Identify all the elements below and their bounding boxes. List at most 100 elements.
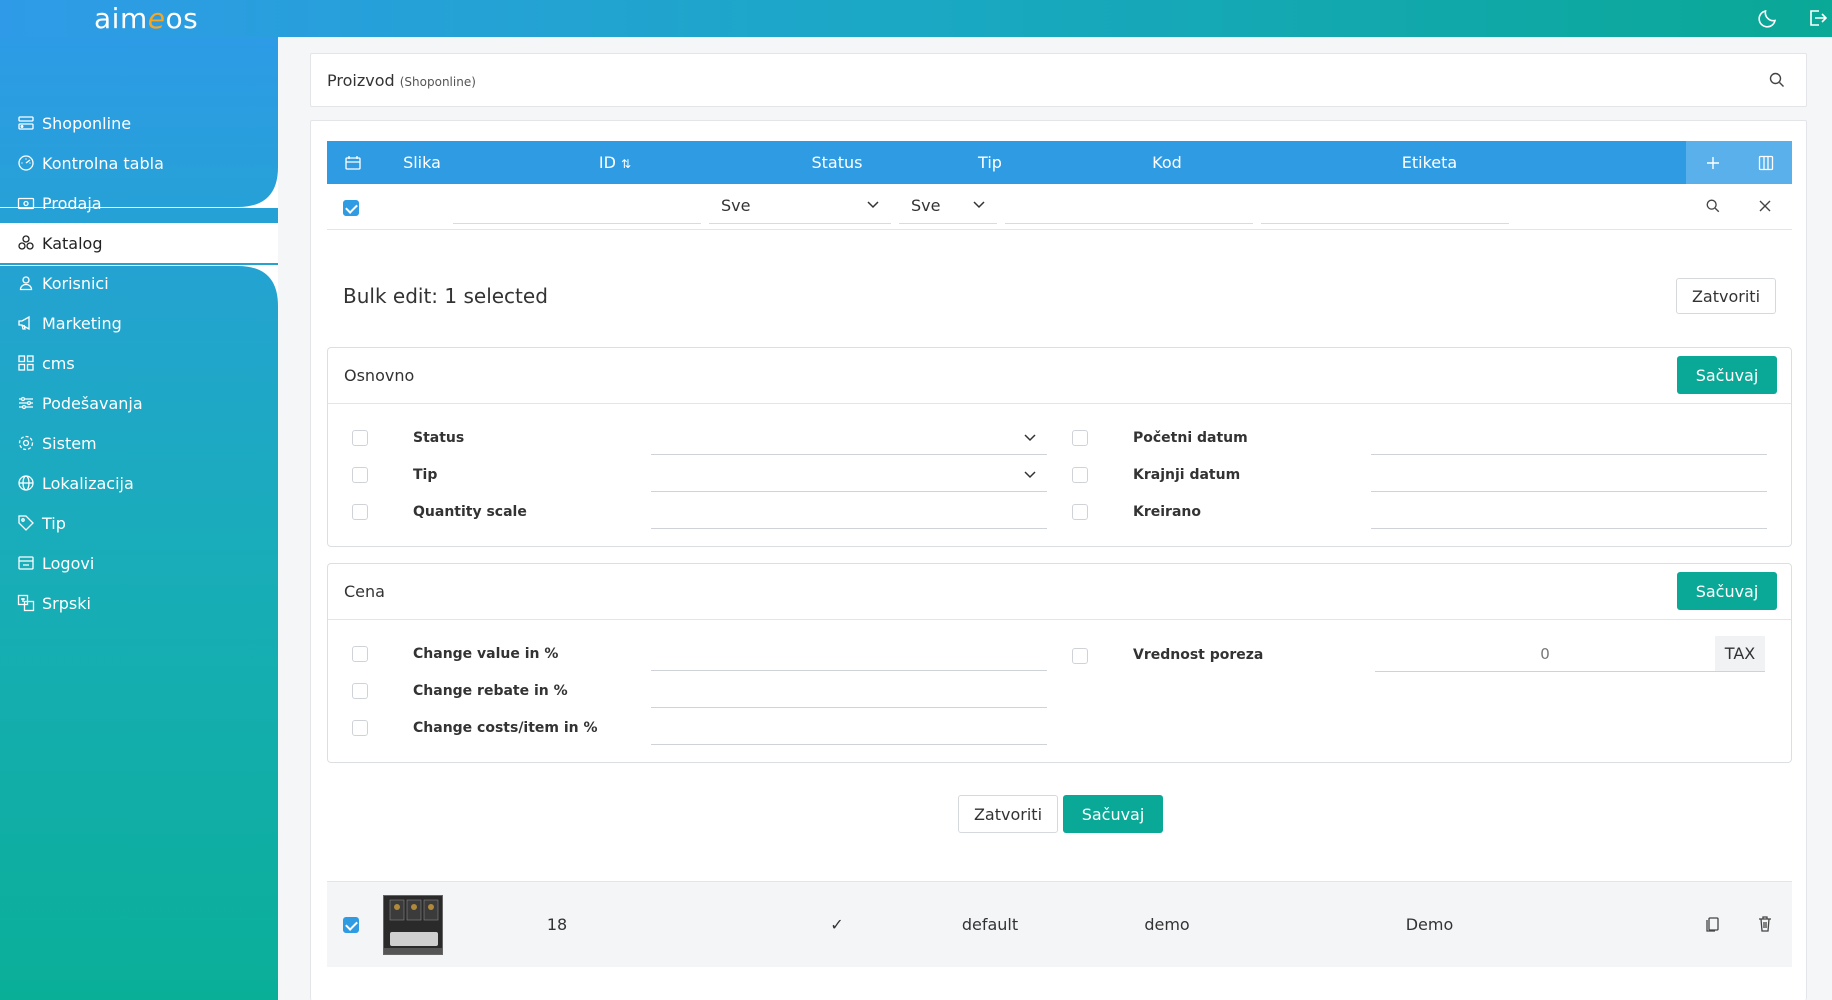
column-id[interactable]: ID ⇅	[555, 141, 675, 184]
quantity-scale-input[interactable]	[651, 528, 1047, 529]
chevron-down-icon[interactable]	[1024, 434, 1036, 442]
change-costs-checkbox[interactable]	[352, 720, 368, 736]
sidebar-item-label: Podešavanja	[42, 393, 143, 413]
sort-icon[interactable]: ⇅	[621, 157, 631, 171]
change-rebate-input[interactable]	[651, 707, 1047, 708]
megaphone-icon	[17, 314, 35, 332]
sidebar-item-sales[interactable]: Prodaja	[0, 183, 278, 223]
price-section-header: Cena Sačuvaj	[328, 564, 1791, 620]
sidebar-item-label: Prodaja	[42, 193, 102, 213]
product-thumbnail[interactable]	[383, 895, 443, 955]
quantity-scale-label: Quantity scale	[413, 504, 527, 520]
column-type[interactable]: Tip	[940, 141, 1040, 184]
sidebar-item-label: Lokalizacija	[42, 473, 134, 493]
table-row[interactable]: 18 ✓ default demo Demo	[327, 881, 1792, 967]
start-date-checkbox[interactable]	[1072, 430, 1088, 446]
status-select[interactable]	[651, 454, 1047, 455]
start-date-input[interactable]	[1371, 454, 1767, 455]
gear-icon	[17, 434, 35, 452]
end-date-checkbox[interactable]	[1072, 467, 1088, 483]
change-rebate-checkbox[interactable]	[352, 683, 368, 699]
price-section-title: Cena	[344, 582, 385, 601]
product-image	[384, 896, 442, 954]
tax-rate-label: Vrednost poreza	[1133, 647, 1264, 663]
filter-status-select[interactable]: Sve	[709, 188, 891, 224]
chevron-down-icon[interactable]	[1024, 471, 1036, 479]
moon-icon[interactable]	[1756, 6, 1780, 30]
grid-icon	[17, 354, 35, 372]
delete-icon[interactable]	[1758, 916, 1772, 936]
brand-logo[interactable]: aimeos	[94, 2, 198, 35]
filter-type-select[interactable]: Sve	[899, 188, 997, 224]
sidebar-item-customers[interactable]: Korisnici	[0, 263, 278, 303]
column-status[interactable]: Status	[747, 141, 927, 184]
created-input[interactable]	[1371, 528, 1767, 529]
type-checkbox[interactable]	[352, 467, 368, 483]
filter-id-input[interactable]	[453, 188, 701, 224]
sidebar-item-logs[interactable]: Logovi	[0, 543, 278, 583]
end-date-label: Krajnji datum	[1133, 467, 1241, 483]
column-code[interactable]: Kod	[1047, 141, 1287, 184]
chevron-down-icon	[973, 201, 985, 209]
row-label: Demo	[1405, 915, 1454, 934]
bulk-save-button[interactable]: Sačuvaj	[1063, 795, 1163, 833]
search-icon[interactable]	[1768, 71, 1786, 93]
columns-list-icon[interactable]	[341, 141, 365, 184]
sidebar-item-marketing[interactable]: Marketing	[0, 303, 278, 343]
product-list-card: Slika ID ⇅ Status Tip Kod Etiketa Sve Sv…	[310, 120, 1807, 1000]
change-value-label: Change value in %	[413, 646, 559, 662]
sidebar-item-catalog[interactable]: Katalog	[0, 223, 278, 263]
tax-rate-input[interactable]: 0	[1375, 636, 1715, 672]
columns-icon[interactable]	[1739, 141, 1792, 184]
change-value-checkbox[interactable]	[352, 646, 368, 662]
copy-icon[interactable]	[1705, 916, 1721, 936]
column-label[interactable]: Etiketa	[1302, 141, 1557, 184]
change-rebate-label: Change rebate in %	[413, 683, 568, 699]
page-header: Proizvod (Shoponline)	[310, 53, 1807, 107]
end-date-input[interactable]	[1371, 491, 1767, 492]
type-select[interactable]	[651, 491, 1047, 492]
column-image[interactable]: Slika	[377, 141, 467, 184]
sidebar-item-shoponline[interactable]: Shoponline	[0, 103, 278, 143]
cash-icon	[17, 194, 35, 212]
filter-search-icon[interactable]	[1705, 198, 1721, 218]
change-costs-input[interactable]	[651, 744, 1047, 745]
basic-section-title: Osnovno	[344, 366, 415, 385]
filter-label-input[interactable]	[1261, 188, 1509, 224]
tax-rate-checkbox[interactable]	[1072, 648, 1088, 664]
sidebar-item-system[interactable]: Sistem	[0, 423, 278, 463]
created-checkbox[interactable]	[1072, 504, 1088, 520]
row-checkbox[interactable]	[343, 917, 359, 933]
select-all-checkbox[interactable]	[343, 200, 359, 216]
filter-type-value: Sve	[911, 196, 941, 215]
sidebar-item-language[interactable]: Srpski	[0, 583, 278, 623]
sidebar-item-cms[interactable]: cms	[0, 343, 278, 383]
sidebar-item-dashboard[interactable]: Kontrolna tabla	[0, 143, 278, 183]
globe-icon	[17, 474, 35, 492]
sidebar-item-localization[interactable]: Lokalizacija	[0, 463, 278, 503]
add-icon[interactable]	[1686, 141, 1739, 184]
bulk-close-bottom-button[interactable]: Zatvoriti	[958, 795, 1058, 833]
filter-clear-icon[interactable]	[1758, 198, 1772, 217]
filter-row: Sve Sve	[327, 184, 1792, 230]
sidebar-item-label: Korisnici	[42, 273, 109, 293]
price-save-button[interactable]: Sačuvaj	[1677, 572, 1777, 610]
sidebar-item-label: Katalog	[42, 233, 103, 253]
boxes-icon	[17, 234, 35, 252]
logout-icon[interactable]	[1805, 6, 1829, 30]
sidebar-item-settings[interactable]: Podešavanja	[0, 383, 278, 423]
filter-status-value: Sve	[721, 196, 751, 215]
column-id-label: ID	[598, 153, 616, 172]
sidebar-item-label: Sistem	[42, 433, 97, 453]
sidebar-item-type[interactable]: Tip	[0, 503, 278, 543]
status-checkbox[interactable]	[352, 430, 368, 446]
tax-unit-addon: TAX	[1715, 636, 1765, 672]
basic-save-button[interactable]: Sačuvaj	[1677, 356, 1777, 394]
change-value-input[interactable]	[651, 670, 1047, 671]
row-id: 18	[546, 915, 568, 934]
site-name: (Shoponline)	[399, 75, 476, 89]
quantity-scale-checkbox[interactable]	[352, 504, 368, 520]
filter-code-input[interactable]	[1005, 188, 1253, 224]
bulk-close-button[interactable]: Zatvoriti	[1676, 278, 1776, 314]
sidebar-item-label: Marketing	[42, 313, 122, 333]
